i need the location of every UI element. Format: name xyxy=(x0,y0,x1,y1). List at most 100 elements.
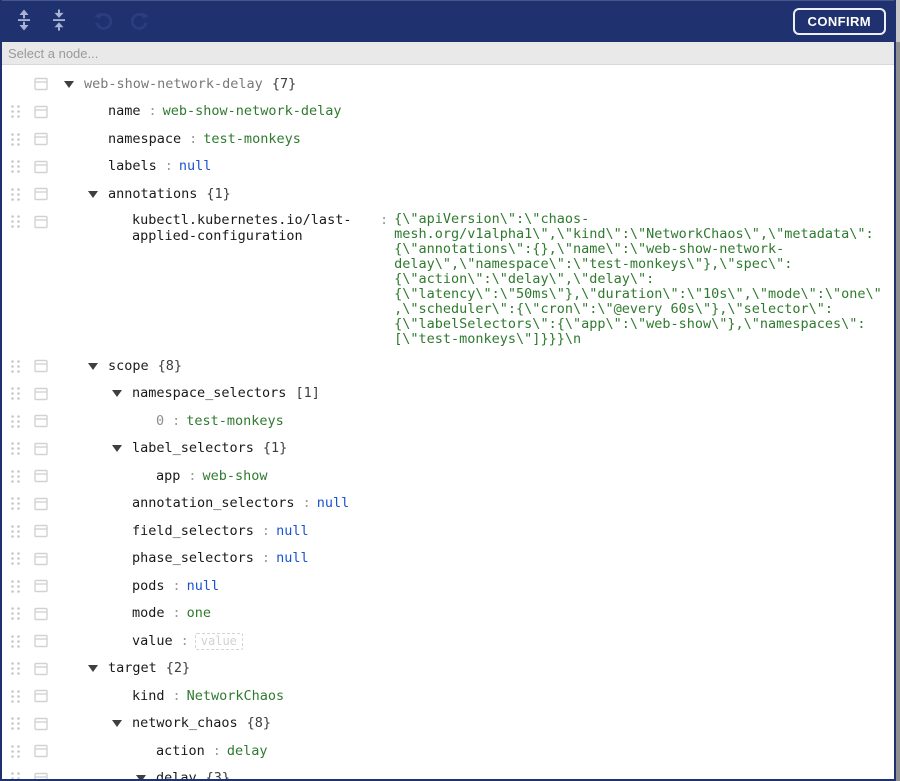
collapse-all-button[interactable] xyxy=(45,7,73,35)
field-namespace_selectors[interactable]: namespace_selectors xyxy=(132,384,286,402)
field-value-separator: : xyxy=(261,550,271,567)
context-menu-button[interactable] xyxy=(34,607,48,621)
context-menu-button[interactable] xyxy=(34,414,48,428)
row-gutter xyxy=(2,494,60,511)
field-field_selectors[interactable]: field_selectors xyxy=(132,522,254,540)
context-menu-button[interactable] xyxy=(34,744,48,758)
context-menu-button[interactable] xyxy=(34,497,48,511)
field-pods[interactable]: pods xyxy=(132,577,165,595)
context-menu-button[interactable] xyxy=(34,187,48,201)
context-menu-button[interactable] xyxy=(34,579,48,593)
drag-handle-icon[interactable] xyxy=(10,104,21,119)
collapse-toggle[interactable] xyxy=(84,659,108,673)
drag-handle-icon[interactable] xyxy=(10,716,21,731)
drag-handle-icon[interactable] xyxy=(10,132,21,147)
field-namespace[interactable]: namespace xyxy=(108,130,181,148)
context-menu-button[interactable] xyxy=(34,442,48,456)
context-menu-button[interactable] xyxy=(34,772,48,779)
field-network_chaos[interactable]: network_chaos xyxy=(132,714,238,732)
context-menu-button[interactable] xyxy=(34,662,48,676)
value-pods[interactable]: null xyxy=(187,577,220,595)
field-mode[interactable]: mode xyxy=(132,604,165,622)
child-count: {1} xyxy=(262,440,288,457)
drag-handle-icon[interactable] xyxy=(10,159,21,174)
context-menu-button[interactable] xyxy=(34,552,48,566)
field-target[interactable]: target xyxy=(108,659,157,677)
context-menu-button[interactable] xyxy=(34,634,48,648)
drag-handle-icon[interactable] xyxy=(10,606,21,621)
context-menu-button[interactable] xyxy=(34,132,48,146)
context-menu-button[interactable] xyxy=(34,215,48,229)
undo-button[interactable] xyxy=(90,7,118,35)
field-delay[interactable]: delay xyxy=(156,769,197,779)
collapse-triangle-icon xyxy=(64,80,74,88)
value-namespace[interactable]: test-monkeys xyxy=(203,130,301,148)
value-0[interactable]: test-monkeys xyxy=(186,412,284,430)
field-action[interactable]: action xyxy=(156,742,205,760)
expand-all-button[interactable] xyxy=(10,7,38,35)
row-gutter xyxy=(2,604,60,621)
context-menu-button[interactable] xyxy=(34,105,48,119)
value-kind[interactable]: NetworkChaos xyxy=(187,687,285,705)
field-kubectl.kubernetes.io/last-applied-configuration[interactable]: kubectl.kubernetes.io/last-applied-confi… xyxy=(132,212,372,244)
context-menu-button[interactable] xyxy=(34,689,48,703)
empty-value-placeholder[interactable]: value xyxy=(194,632,243,650)
field-value-separator: : xyxy=(172,577,181,594)
field-name[interactable]: name xyxy=(108,102,141,120)
value-kubectl.kubernetes.io/last-applied-configuration[interactable]: {\"apiVersion\":\"chaos-mesh.org/v1alpha… xyxy=(394,212,888,347)
collapse-toggle[interactable] xyxy=(84,185,108,198)
field-app[interactable]: app xyxy=(156,467,180,485)
drag-handle-icon[interactable] xyxy=(10,496,21,511)
context-menu-button[interactable] xyxy=(34,469,48,483)
collapse-toggle[interactable] xyxy=(108,714,132,728)
field-value-separator: : xyxy=(261,522,271,539)
context-menu-button[interactable] xyxy=(34,524,48,538)
row-gutter xyxy=(2,439,60,456)
value-annotation_selectors[interactable]: null xyxy=(317,494,350,512)
drag-handle-icon[interactable] xyxy=(10,359,21,374)
context-menu-button[interactable] xyxy=(34,717,48,731)
drag-handle-icon[interactable] xyxy=(10,579,21,594)
context-menu-button[interactable] xyxy=(34,387,48,401)
field-phase_selectors[interactable]: phase_selectors xyxy=(132,549,254,567)
field-labels[interactable]: labels xyxy=(108,157,157,175)
context-menu-button[interactable] xyxy=(34,77,48,91)
field-kind[interactable]: kind xyxy=(132,687,165,705)
field-scope[interactable]: scope xyxy=(108,357,149,375)
drag-handle-icon[interactable] xyxy=(10,661,21,676)
redo-button[interactable] xyxy=(125,7,153,35)
drag-handle-icon[interactable] xyxy=(10,634,21,649)
drag-handle-icon[interactable] xyxy=(10,386,21,401)
value-app[interactable]: web-show xyxy=(203,467,268,485)
value-labels[interactable]: null xyxy=(179,157,212,175)
collapse-toggle[interactable] xyxy=(108,439,132,453)
drag-handle-icon[interactable] xyxy=(10,744,21,759)
collapse-toggle[interactable] xyxy=(84,357,108,370)
drag-handle-icon[interactable] xyxy=(10,469,21,484)
context-menu-button[interactable] xyxy=(34,359,48,373)
drag-handle-icon[interactable] xyxy=(10,551,21,566)
drag-handle-icon[interactable] xyxy=(10,214,21,229)
drag-handle-icon[interactable] xyxy=(10,689,21,704)
drag-handle-icon[interactable] xyxy=(10,441,21,456)
context-menu-button[interactable] xyxy=(34,160,48,174)
collapse-toggle[interactable] xyxy=(132,769,156,779)
scrollbar[interactable] xyxy=(896,0,900,781)
value-field_selectors[interactable]: null xyxy=(276,522,309,540)
drag-handle-icon[interactable] xyxy=(10,524,21,539)
drag-handle-icon[interactable] xyxy=(10,187,21,202)
drag-handle-icon[interactable] xyxy=(10,771,21,779)
field-value[interactable]: value xyxy=(132,632,173,650)
confirm-button[interactable]: CONFIRM xyxy=(792,7,886,35)
field-annotations[interactable]: annotations xyxy=(108,185,197,203)
field-label_selectors[interactable]: label_selectors xyxy=(132,439,254,457)
field-annotation_selectors[interactable]: annotation_selectors xyxy=(132,494,295,512)
value-phase_selectors[interactable]: null xyxy=(276,549,309,567)
collapse-toggle[interactable] xyxy=(60,75,84,88)
field-value-separator: : xyxy=(148,103,157,120)
value-action[interactable]: delay xyxy=(227,742,268,760)
collapse-toggle[interactable] xyxy=(108,384,132,398)
drag-handle-icon[interactable] xyxy=(10,414,21,429)
value-mode[interactable]: one xyxy=(187,604,211,622)
value-name[interactable]: web-show-network-delay xyxy=(163,102,342,120)
